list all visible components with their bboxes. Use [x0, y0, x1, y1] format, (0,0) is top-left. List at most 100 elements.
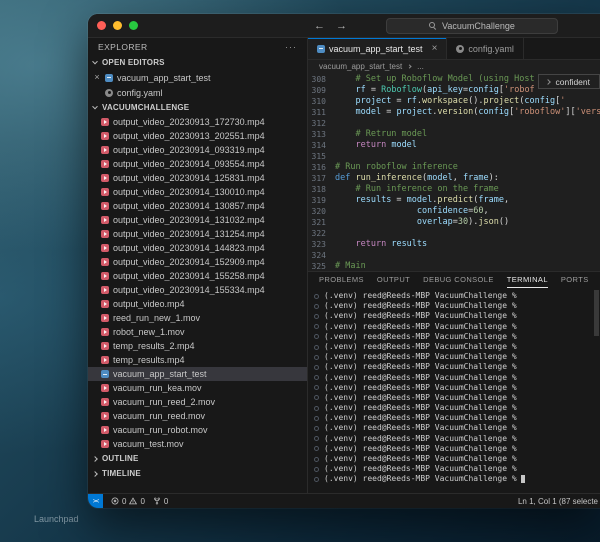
go-back-icon[interactable]: ←	[314, 20, 325, 32]
command-decoration-icon[interactable]	[314, 375, 319, 381]
panel-tab-debug-console[interactable]: DEBUG CONSOLE	[423, 272, 494, 288]
remote-indicator[interactable]: ><	[88, 494, 103, 508]
file-item[interactable]: vacuum_app_start_test	[88, 367, 307, 381]
file-item[interactable]: output_video_20230914_155258.mp4	[88, 269, 307, 283]
panel-tab-ports[interactable]: PORTS	[561, 272, 589, 288]
file-item[interactable]: vacuum_run_kea.mov	[88, 381, 307, 395]
terminal-prompt-text: (.venv) reed@Reeds-MBP VacuumChallenge %	[324, 382, 517, 392]
file-item[interactable]: vacuum_run_reed_2.mov	[88, 395, 307, 409]
file-item[interactable]: output_video.mp4	[88, 297, 307, 311]
code-editor[interactable]: 308 # Set up Roboflow Model (using Host 3…	[308, 73, 600, 271]
command-decoration-icon[interactable]	[314, 324, 319, 330]
file-item[interactable]: vacuum_test.mov	[88, 437, 307, 451]
file-item[interactable]: temp_results.mp4	[88, 353, 307, 367]
file-item[interactable]: output_video_20230914_125831.mp4	[88, 171, 307, 185]
outline-header[interactable]: OUTLINE	[88, 451, 307, 466]
tab-config.yaml[interactable]: config.yaml	[447, 38, 524, 59]
file-item[interactable]: robot_new_1.mov	[88, 325, 307, 339]
command-decoration-icon[interactable]	[314, 364, 319, 370]
forks-status[interactable]: 0	[153, 497, 168, 506]
video-icon	[101, 132, 109, 140]
terminal-scrollbar[interactable]	[594, 290, 599, 336]
file-item[interactable]: output_video_20230914_131254.mp4	[88, 227, 307, 241]
file-item[interactable]: output_video_20230914_130010.mp4	[88, 185, 307, 199]
file-blue-icon	[101, 370, 109, 378]
line-number: 322	[311, 229, 326, 238]
open-editor-item[interactable]: config.yaml	[88, 85, 307, 100]
open-editor-item[interactable]: × vacuum_app_start_test	[88, 70, 307, 85]
file-item[interactable]: output_video_20230913_202551.mp4	[88, 129, 307, 143]
project-folder-header[interactable]: VACUUMCHALLENGE	[88, 100, 307, 115]
terminal[interactable]: (.venv) reed@Reeds-MBP VacuumChallenge %…	[308, 288, 600, 493]
go-forward-icon[interactable]: →	[336, 20, 347, 32]
cursor-position[interactable]: Ln 1, Col 1 (87 selecte	[518, 497, 600, 506]
file-item[interactable]: vacuum_run_reed.mov	[88, 409, 307, 423]
file-item[interactable]: output_video_20230914_130857.mp4	[88, 199, 307, 213]
command-center[interactable]: VacuumChallenge	[386, 18, 558, 34]
panel-tab-terminal[interactable]: TERMINAL	[506, 272, 548, 288]
file-item[interactable]: output_video_20230914_093554.mp4	[88, 157, 307, 171]
video-icon	[101, 272, 109, 280]
problems-status[interactable]: 0 0	[111, 497, 145, 506]
tab-vacuum_app_start_test[interactable]: vacuum_app_start_test ×	[308, 38, 448, 59]
command-decoration-icon[interactable]	[314, 385, 319, 391]
file-name: vacuum_app_start_test	[113, 369, 207, 379]
command-decoration-icon[interactable]	[314, 415, 319, 421]
file-item[interactable]: output_video_20230914_155334.mp4	[88, 283, 307, 297]
breadcrumb[interactable]: vacuum_app_start_test ...	[308, 60, 600, 73]
command-decoration-icon[interactable]	[314, 446, 319, 452]
file-item[interactable]: output_video_20230913_172730.mp4	[88, 115, 307, 129]
terminal-line: (.venv) reed@Reeds-MBP VacuumChallenge %	[314, 342, 600, 352]
terminal-line: (.venv) reed@Reeds-MBP VacuumChallenge %	[314, 434, 600, 444]
command-decoration-icon[interactable]	[314, 303, 319, 309]
panel-tab-problems[interactable]: PROBLEMS	[319, 272, 364, 288]
command-decoration-icon[interactable]	[314, 476, 319, 482]
file-item[interactable]: output_video_20230914_131032.mp4	[88, 213, 307, 227]
close-tab-icon[interactable]: ×	[432, 43, 438, 54]
window-controls	[97, 21, 138, 30]
command-decoration-icon[interactable]	[314, 405, 319, 411]
open-editors-header[interactable]: OPEN EDITORS	[88, 55, 307, 70]
terminal-line: (.venv) reed@Reeds-MBP VacuumChallenge %	[314, 413, 600, 423]
timeline-header[interactable]: TIMELINE	[88, 466, 307, 481]
code-text: # Set up Roboflow Model (using Host	[355, 74, 535, 84]
command-decoration-icon[interactable]	[314, 436, 319, 442]
close-window-button[interactable]	[97, 21, 106, 30]
terminal-line: (.venv) reed@Reeds-MBP VacuumChallenge %	[314, 352, 600, 362]
command-decoration-icon[interactable]	[314, 334, 319, 340]
video-icon	[101, 314, 109, 322]
file-item[interactable]: reed_run_new_1.mov	[88, 311, 307, 325]
command-decoration-icon[interactable]	[314, 313, 319, 319]
timeline-label: TIMELINE	[102, 469, 141, 478]
command-decoration-icon[interactable]	[314, 354, 319, 360]
terminal-prompt-text: (.venv) reed@Reeds-MBP VacuumChallenge %	[324, 413, 517, 423]
file-name: output_video_20230914_093319.mp4	[113, 145, 265, 155]
code-line: 322	[308, 228, 600, 239]
panel-tab-output[interactable]: OUTPUT	[377, 272, 410, 288]
tab-label: vacuum_app_start_test	[329, 43, 423, 54]
minimize-window-button[interactable]	[113, 21, 122, 30]
explorer-more-icon[interactable]: ···	[285, 42, 297, 52]
file-item[interactable]: vacuum_run_robot.mov	[88, 423, 307, 437]
command-decoration-icon[interactable]	[314, 395, 319, 401]
file-item[interactable]: temp_results_2.mp4	[88, 339, 307, 353]
command-decoration-icon[interactable]	[314, 293, 319, 299]
suggest-widget[interactable]: confident	[537, 74, 600, 89]
command-decoration-icon[interactable]	[314, 426, 319, 432]
command-decoration-icon[interactable]	[314, 344, 319, 350]
terminal-prompt-text: (.venv) reed@Reeds-MBP VacuumChallenge %	[324, 423, 517, 433]
file-item[interactable]: output_video_20230914_144823.mp4	[88, 241, 307, 255]
video-icon	[101, 146, 109, 154]
video-icon	[101, 286, 109, 294]
launchpad-label[interactable]: Launchpad	[34, 514, 79, 524]
file-item[interactable]: output_video_20230914_093319.mp4	[88, 143, 307, 157]
command-decoration-icon[interactable]	[314, 456, 319, 462]
close-editor-icon[interactable]: ×	[93, 73, 101, 82]
code-text: return results	[355, 239, 428, 249]
breadcrumb-more[interactable]: ...	[417, 62, 424, 71]
terminal-prompt-text: (.venv) reed@Reeds-MBP VacuumChallenge %	[324, 372, 517, 382]
maximize-window-button[interactable]	[129, 21, 138, 30]
breadcrumb-file[interactable]: vacuum_app_start_test	[319, 62, 402, 71]
command-decoration-icon[interactable]	[314, 466, 319, 472]
file-item[interactable]: output_video_20230914_152909.mp4	[88, 255, 307, 269]
